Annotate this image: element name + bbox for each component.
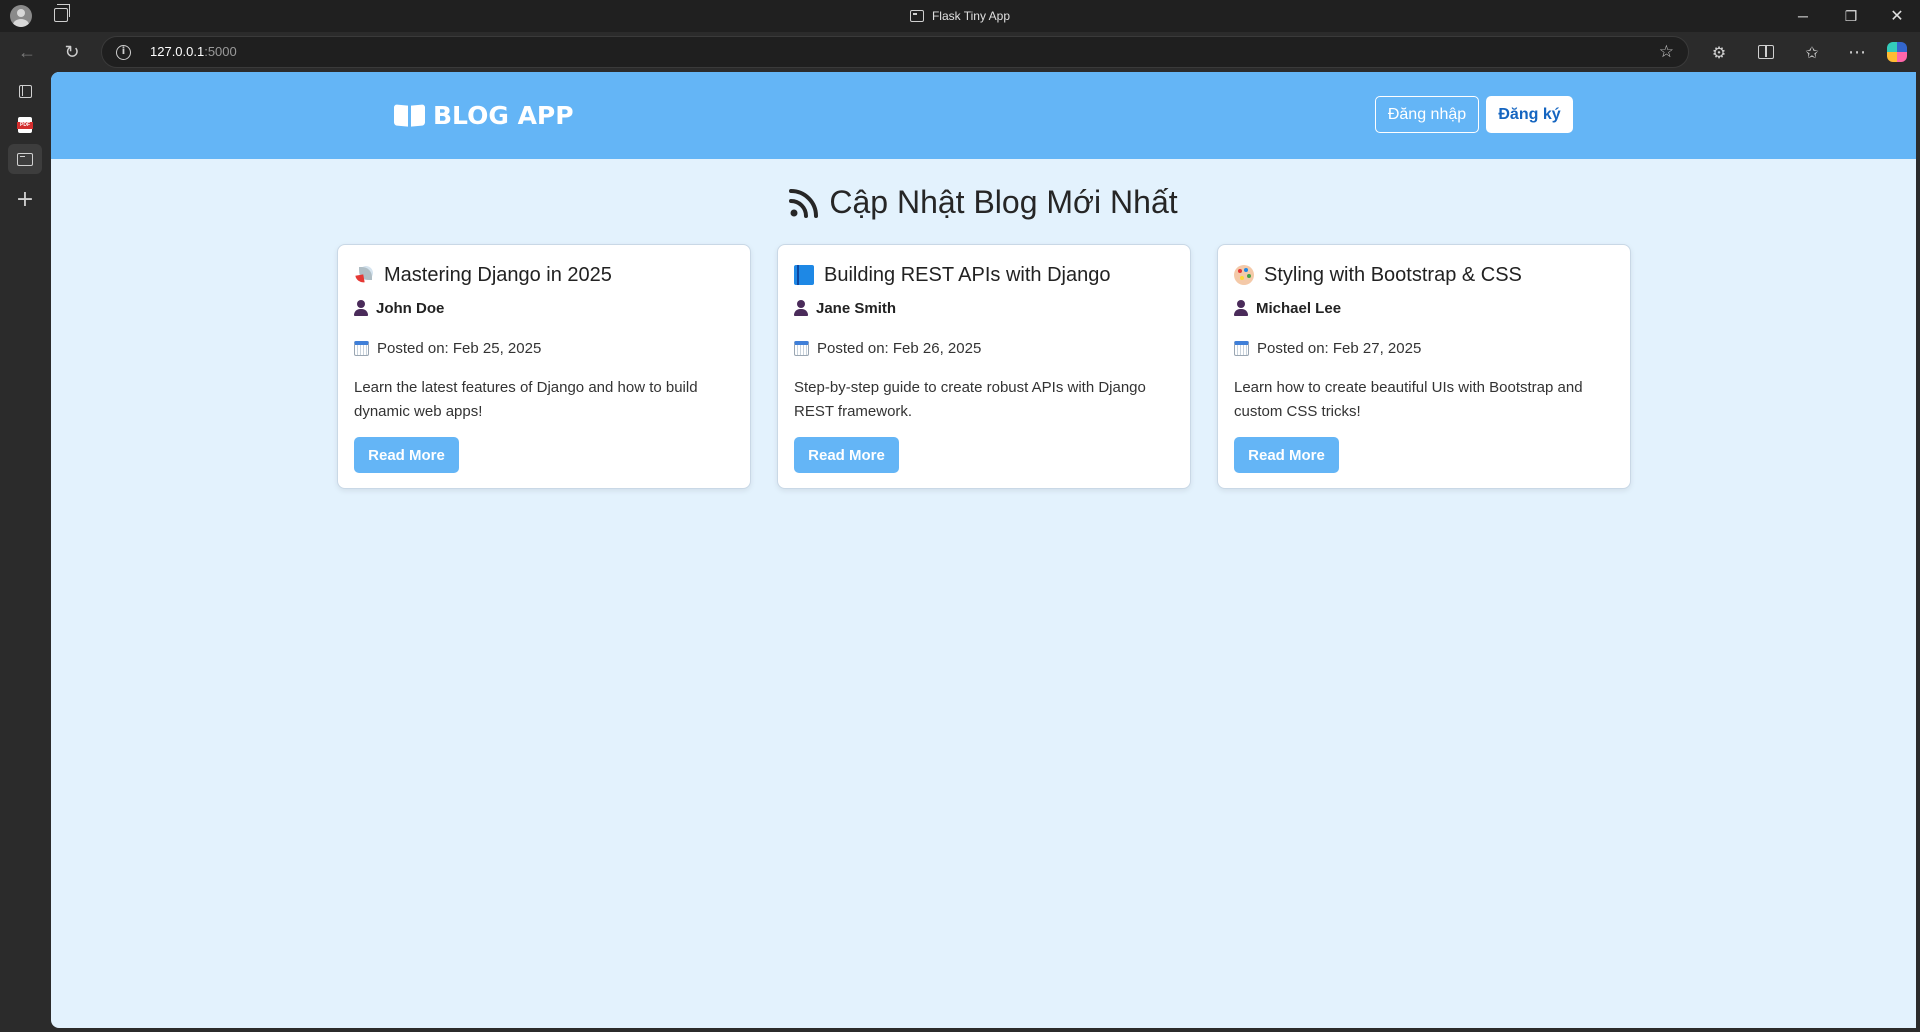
- page-title-text: Cập Nhật Blog Mới Nhất: [829, 184, 1178, 220]
- window-title: Flask Tiny App: [0, 0, 1920, 32]
- open-book-icon: [394, 104, 425, 128]
- read-more-button[interactable]: Read More: [354, 437, 459, 473]
- copilot-icon[interactable]: [1887, 42, 1907, 62]
- blog-post-card: Styling with Bootstrap & CSS Michael Lee…: [1217, 244, 1631, 489]
- post-title-text: Mastering Django in 2025: [384, 263, 612, 286]
- blog-post-list: Mastering Django in 2025 John Doe Posted…: [337, 244, 1631, 489]
- person-icon: [1234, 300, 1248, 316]
- favorites-icon[interactable]: ✩: [1797, 38, 1827, 66]
- post-description: Learn the latest features of Django and …: [354, 379, 698, 420]
- post-author-name: John Doe: [376, 299, 445, 317]
- rss-feed-icon: [789, 188, 819, 218]
- url-host: 127.0.0.1: [150, 44, 205, 59]
- blog-post-card: Mastering Django in 2025 John Doe Posted…: [337, 244, 751, 489]
- person-icon: [794, 300, 808, 316]
- post-author: John Doe: [354, 297, 734, 319]
- minimize-button[interactable]: ─: [1780, 0, 1826, 32]
- blog-post-card: Building REST APIs with Django Jane Smit…: [777, 244, 1191, 489]
- post-date: Posted on: Feb 25, 2025: [354, 337, 734, 359]
- palette-icon: [1234, 265, 1254, 285]
- blue-book-icon: [794, 265, 814, 285]
- new-tab-plus-icon[interactable]: +: [8, 184, 42, 214]
- browser-toolbar: ← ↻ i 127.0.0.1:5000 ☆ ⚙ ✩ ⋯: [0, 32, 1920, 72]
- read-more-button[interactable]: Read More: [794, 437, 899, 473]
- post-author: Michael Lee: [1234, 297, 1614, 319]
- url-port: :5000: [204, 44, 237, 59]
- vertical-tabs-icon[interactable]: [8, 76, 42, 106]
- post-author: Jane Smith: [794, 297, 1174, 319]
- post-title[interactable]: Building REST APIs with Django: [794, 261, 1174, 289]
- post-title-text: Styling with Bootstrap & CSS: [1264, 263, 1522, 286]
- url-text[interactable]: 127.0.0.1:5000: [150, 37, 237, 67]
- app-window-icon: [909, 10, 924, 22]
- page-viewport: BLOG APP Đăng nhập Đăng ký Cập Nhật Blog…: [51, 72, 1916, 1028]
- post-date: Posted on: Feb 27, 2025: [1234, 337, 1614, 359]
- site-info-icon[interactable]: i: [116, 45, 131, 60]
- read-more-button[interactable]: Read More: [1234, 437, 1339, 473]
- split-screen-icon[interactable]: [1751, 38, 1781, 66]
- post-date-text: Posted on: Feb 25, 2025: [377, 339, 542, 357]
- post-author-name: Jane Smith: [816, 299, 897, 317]
- pdf-tab-icon[interactable]: [8, 110, 42, 140]
- active-tab-icon[interactable]: [8, 144, 42, 174]
- site-header: BLOG APP Đăng nhập Đăng ký: [51, 72, 1916, 159]
- post-title[interactable]: Styling with Bootstrap & CSS: [1234, 261, 1614, 289]
- brand-logo[interactable]: BLOG APP: [394, 72, 574, 159]
- close-window-button[interactable]: ✕: [1874, 0, 1920, 32]
- post-description: Step-by-step guide to create robust APIs…: [794, 379, 1146, 420]
- brand-text: BLOG APP: [433, 101, 574, 130]
- post-title-text: Building REST APIs with Django: [824, 263, 1111, 286]
- register-button[interactable]: Đăng ký: [1486, 96, 1573, 133]
- post-description: Learn how to create beautiful UIs with B…: [1234, 379, 1583, 420]
- calendar-icon: [794, 340, 809, 356]
- person-icon: [354, 300, 368, 316]
- calendar-icon: [354, 340, 369, 356]
- extensions-icon[interactable]: ⚙: [1704, 38, 1734, 66]
- restore-button[interactable]: ❐: [1828, 0, 1874, 32]
- back-arrow-icon[interactable]: ←: [12, 38, 42, 66]
- window-title-text: Flask Tiny App: [931, 9, 1011, 23]
- calendar-icon: [1234, 340, 1249, 356]
- login-button[interactable]: Đăng nhập: [1375, 96, 1479, 133]
- more-options-icon[interactable]: ⋯: [1842, 38, 1872, 66]
- reload-icon[interactable]: ↻: [57, 38, 87, 66]
- window-title-bar: Flask Tiny App ─ ❐ ✕: [0, 0, 1920, 32]
- post-title[interactable]: Mastering Django in 2025: [354, 261, 734, 289]
- post-date: Posted on: Feb 26, 2025: [794, 337, 1174, 359]
- post-date-text: Posted on: Feb 27, 2025: [1257, 339, 1422, 357]
- browser-sidebar: +: [0, 72, 50, 1032]
- page-title: Cập Nhật Blog Mới Nhất: [51, 184, 1916, 221]
- favorite-star-icon[interactable]: ☆: [1659, 42, 1674, 62]
- post-author-name: Michael Lee: [1256, 299, 1342, 317]
- post-date-text: Posted on: Feb 26, 2025: [817, 339, 982, 357]
- address-bar[interactable]: i 127.0.0.1:5000 ☆: [101, 36, 1689, 68]
- rocket-icon: [354, 265, 374, 285]
